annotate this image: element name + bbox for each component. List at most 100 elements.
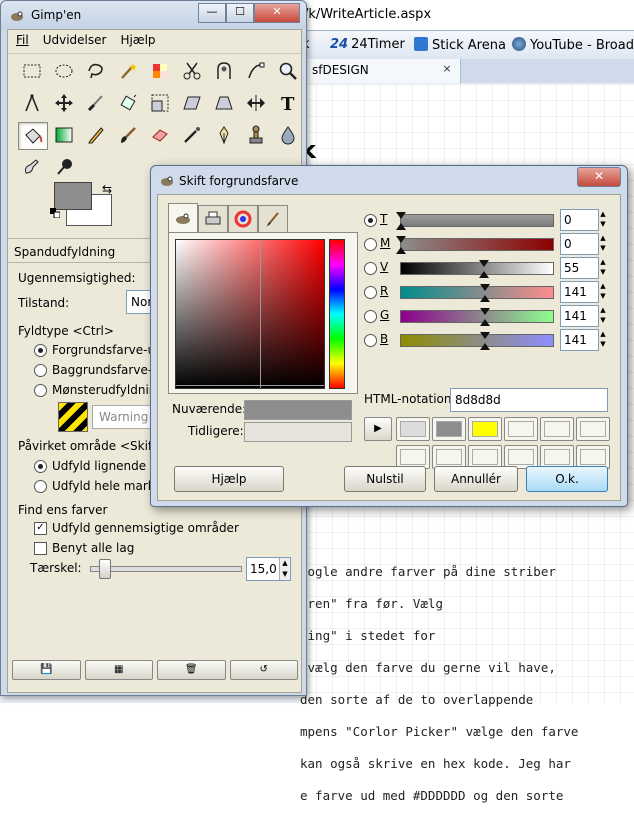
channel-radio-blue[interactable] [364, 334, 377, 347]
saturation-spin-arrows[interactable]: ▲ ▼ [598, 233, 608, 253]
fill-type-radio-background[interactable] [34, 364, 47, 377]
threshold-spinbutton[interactable]: 15,0 ▲ ▼ [246, 557, 291, 581]
close-button[interactable]: ✕ [254, 3, 300, 23]
measure-tool[interactable] [18, 90, 46, 116]
foreground-color-swatch[interactable] [54, 182, 92, 210]
affected-radio-similar[interactable] [34, 460, 47, 473]
zoom-tool[interactable] [274, 58, 302, 84]
eraser-tool[interactable] [146, 122, 174, 148]
channel-radio-saturation[interactable] [364, 238, 377, 251]
history-color-swatch[interactable] [468, 417, 502, 441]
tab-gimp-selector[interactable] [168, 203, 198, 232]
restore-options-button[interactable]: ▦ [84, 660, 153, 680]
red-scale[interactable] [400, 284, 554, 302]
threshold-slider[interactable] [90, 559, 242, 579]
reset-button[interactable]: Nulstil [344, 466, 426, 492]
address-bar[interactable]: /k/WriteArticle.aspx [300, 0, 634, 31]
fill-type-radio-foreground[interactable] [34, 344, 47, 357]
affected-radio-whole[interactable] [34, 480, 47, 493]
gimp-titlebar[interactable]: Gimp'en — ☐ ✕ [1, 1, 306, 29]
clone-tool[interactable] [242, 122, 270, 148]
rect-select-tool[interactable] [18, 58, 46, 84]
fill-transparent-checkbox[interactable]: ✓ [34, 522, 47, 535]
minimize-button[interactable]: — [198, 3, 226, 23]
green-value[interactable]: 141 [560, 305, 599, 327]
foreground-select-tool[interactable] [210, 58, 238, 84]
airbrush-tool[interactable] [178, 122, 206, 148]
value-scale[interactable] [400, 260, 554, 278]
paintbrush-tool[interactable] [114, 122, 142, 148]
history-color-swatch[interactable] [504, 417, 538, 441]
delete-options-button[interactable]: 🗑 [157, 660, 226, 680]
swap-colors-icon[interactable]: ⇆ [102, 182, 112, 196]
value-value[interactable]: 55 [560, 257, 599, 279]
channel-radio-red[interactable] [364, 286, 377, 299]
hue-value[interactable]: 0 [560, 209, 599, 231]
menu-fil[interactable]: Fil [16, 33, 29, 53]
select-by-color-tool[interactable] [146, 58, 174, 84]
dodge-burn-tool[interactable] [50, 154, 78, 180]
pattern-preview[interactable] [58, 402, 88, 432]
slider-handle[interactable] [99, 559, 112, 579]
help-button[interactable]: Hjælp [174, 466, 284, 492]
scale-tool[interactable] [146, 90, 174, 116]
green-scale[interactable] [400, 308, 554, 326]
browser-tab-sfdesign[interactable]: sfDESIGN × [300, 59, 461, 83]
tab-watercolor-selector[interactable] [258, 205, 288, 232]
close-tab-icon[interactable]: × [440, 62, 454, 76]
lasso-tool[interactable] [82, 58, 110, 84]
saturation-value-area[interactable] [175, 239, 325, 389]
history-color-swatch[interactable] [540, 417, 574, 441]
move-tool[interactable] [50, 90, 78, 116]
menu-hjaelp[interactable]: Hjælp [120, 33, 155, 53]
blue-spin-arrows[interactable]: ▲ ▼ [598, 329, 608, 349]
smudge-tool[interactable] [18, 154, 46, 180]
channel-radio-value[interactable] [364, 262, 377, 275]
saturation-scale[interactable] [396, 236, 554, 254]
channel-radio-hue[interactable] [364, 214, 377, 227]
blue-scale[interactable] [400, 332, 554, 350]
paths-tool[interactable] [242, 58, 270, 84]
favorite-item-24timer[interactable]: 24 24Timer [330, 37, 405, 52]
green-spin-arrows[interactable]: ▲ ▼ [598, 305, 608, 325]
history-color-swatch[interactable] [432, 417, 466, 441]
history-color-swatch[interactable] [576, 417, 610, 441]
ellipse-select-tool[interactable] [50, 58, 78, 84]
saturation-value[interactable]: 0 [560, 233, 599, 255]
tab-wheel-selector[interactable] [228, 205, 258, 232]
value-spin-arrows[interactable]: ▲ ▼ [598, 257, 608, 277]
perspective-tool[interactable] [210, 90, 238, 116]
ok-button[interactable]: O.k. [526, 466, 608, 492]
red-spin-arrows[interactable]: ▲ ▼ [598, 281, 608, 301]
blend-tool[interactable] [50, 122, 78, 148]
crop-tool[interactable] [82, 90, 110, 116]
hue-spin-arrows[interactable]: ▲ ▼ [598, 209, 608, 229]
shear-tool[interactable] [178, 90, 206, 116]
channel-radio-green[interactable] [364, 310, 377, 323]
maximize-button[interactable]: ☐ [226, 3, 254, 23]
reset-options-button[interactable]: ↺ [229, 660, 298, 680]
bucket-fill-tool[interactable] [18, 122, 48, 150]
history-color-swatch[interactable] [396, 417, 430, 441]
blue-value[interactable]: 141 [560, 329, 599, 351]
hue-scale[interactable] [396, 212, 554, 230]
favorite-item-youtube[interactable]: YouTube - Broadca [512, 37, 634, 53]
fuzzy-select-tool[interactable] [114, 58, 142, 84]
flip-tool[interactable] [242, 90, 270, 116]
favorite-item-stick-arena[interactable]: Stick Arena [414, 37, 506, 53]
menu-udvidelser[interactable]: Udvidelser [43, 33, 107, 53]
rotate-tool[interactable] [114, 90, 142, 116]
ink-tool[interactable] [210, 122, 238, 148]
scissors-tool[interactable] [178, 58, 206, 84]
previous-color-swatch[interactable] [244, 422, 352, 442]
tab-cmyk-selector[interactable] [198, 205, 228, 232]
hue-strip[interactable] [329, 239, 345, 389]
save-options-button[interactable]: 💾 [12, 660, 81, 680]
sample-merged-checkbox[interactable] [34, 542, 47, 555]
dialog-close-button[interactable]: ✕ [577, 167, 621, 187]
pencil-tool[interactable] [82, 122, 110, 148]
html-notation-input[interactable]: 8d8d8d [450, 388, 608, 412]
red-value[interactable]: 141 [560, 281, 599, 303]
fill-type-radio-pattern[interactable] [34, 384, 47, 397]
blur-tool[interactable] [274, 122, 302, 148]
